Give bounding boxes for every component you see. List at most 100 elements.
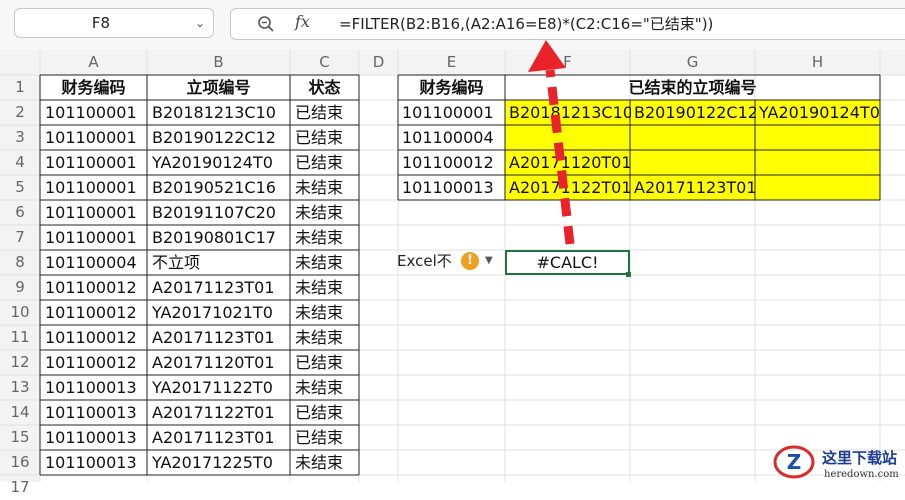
result-cell[interactable]: 101100013 [399, 175, 506, 200]
table-cell[interactable]: 101100001 [41, 175, 149, 200]
row-header[interactable]: 4 [0, 150, 40, 175]
row-header[interactable]: 5 [0, 175, 40, 200]
table-cell[interactable]: A20171123T01 [148, 275, 292, 300]
table-cell[interactable]: 已结束 [291, 100, 361, 125]
table-header[interactable]: 立项编号 [147, 75, 290, 100]
row-header[interactable]: 13 [0, 375, 40, 400]
table-cell[interactable]: 已结束 [291, 350, 361, 375]
watermark-logo: Z 这里下载站 heredown.com [773, 445, 899, 480]
table-cell[interactable]: 101100001 [41, 125, 149, 150]
row-header[interactable]: 15 [0, 425, 40, 450]
table-cell[interactable]: B20190122C12 [148, 125, 292, 150]
table-cell[interactable]: YA20171122T0 [148, 375, 292, 400]
table-cell[interactable]: 101100012 [41, 350, 149, 375]
table-cell[interactable]: 101100013 [41, 375, 149, 400]
table-cell[interactable]: 已结束 [291, 425, 361, 450]
column-header-h[interactable]: H [755, 50, 880, 75]
result-cell[interactable]: B20181213C10 [506, 100, 631, 125]
table-cell[interactable]: 101100001 [41, 225, 149, 250]
table-cell[interactable]: B20190521C16 [148, 175, 292, 200]
column-header-g[interactable]: G [630, 50, 755, 75]
table-cell[interactable]: 已结束 [291, 150, 361, 175]
table-cell[interactable]: 101100013 [41, 450, 149, 475]
result-cell[interactable]: B20190122C12 [631, 100, 756, 125]
column-header-b[interactable]: B [147, 50, 290, 75]
formula-input[interactable]: fx =FILTER(B2:B16,(A2:A16=E8)*(C2:C16="已… [230, 8, 905, 40]
fx-icon[interactable]: fx [295, 12, 310, 31]
table-cell[interactable]: 未结束 [291, 300, 361, 325]
column-header-c[interactable]: C [290, 50, 359, 75]
row-header[interactable]: 9 [0, 275, 40, 300]
name-box[interactable]: F8 ⌄ [14, 8, 214, 38]
formula-bar: F8 ⌄ fx =FILTER(B2:B16,(A2:A16=E8)*(C2:C… [0, 0, 905, 51]
formula-text: =FILTER(B2:B16,(A2:A16=E8)*(C2:C16="已结束"… [339, 15, 714, 33]
row-header[interactable]: 11 [0, 325, 40, 350]
table-cell[interactable]: A20171123T01 [148, 425, 292, 450]
table-cell[interactable]: 101100001 [41, 150, 149, 175]
table-cell[interactable]: YA20171225T0 [148, 450, 292, 475]
table-cell[interactable]: B20181213C10 [148, 100, 292, 125]
table-cell[interactable]: 未结束 [291, 275, 361, 300]
row-header[interactable]: 2 [0, 100, 40, 125]
table-cell[interactable]: B20190801C17 [148, 225, 292, 250]
result-cell[interactable]: A20171123T01 [631, 175, 756, 200]
column-header-f[interactable]: F [505, 50, 630, 75]
row-header[interactable]: 8 [0, 250, 40, 275]
column-header-a[interactable]: A [40, 50, 147, 75]
row-header[interactable]: 6 [0, 200, 40, 225]
table-cell[interactable]: 101100013 [41, 400, 149, 425]
error-popup[interactable]: Excel不 ! ▼ [397, 248, 503, 274]
warning-icon[interactable]: ! [461, 252, 479, 270]
table-cell[interactable]: 已结束 [291, 400, 361, 425]
table-cell[interactable]: 未结束 [291, 200, 361, 225]
table-cell[interactable]: YA20171021T0 [148, 300, 292, 325]
row-header[interactable]: 14 [0, 400, 40, 425]
table-cell[interactable]: 101100001 [41, 100, 149, 125]
table-header[interactable]: 状态 [290, 75, 359, 100]
table-cell[interactable]: 101100012 [41, 325, 149, 350]
table-cell[interactable]: 未结束 [291, 225, 361, 250]
row-header[interactable]: 3 [0, 125, 40, 150]
result-header-code[interactable]: 财务编码 [398, 75, 505, 100]
zoom-icon[interactable] [257, 15, 275, 33]
result-header-projects[interactable]: 已结束的立项编号 [505, 75, 880, 100]
watermark-title: 这里下载站 [822, 449, 897, 467]
table-header[interactable]: 财务编码 [40, 75, 147, 100]
table-cell[interactable]: 未结束 [291, 450, 361, 475]
row-header[interactable]: 17 [0, 475, 40, 500]
result-cell[interactable]: A20171120T01 [506, 150, 631, 175]
table-cell[interactable]: 101100012 [41, 275, 149, 300]
table-cell[interactable]: B20191107C20 [148, 200, 292, 225]
result-cell[interactable]: A20171122T01 [506, 175, 631, 200]
table-cell[interactable]: 未结束 [291, 250, 361, 275]
table-cell[interactable]: 不立项 [148, 250, 292, 275]
table-cell[interactable]: A20171123T01 [148, 325, 292, 350]
row-header[interactable]: 7 [0, 225, 40, 250]
row-header[interactable]: 16 [0, 450, 40, 475]
result-cell[interactable]: 101100001 [399, 100, 506, 125]
table-cell[interactable]: A20171120T01 [148, 350, 292, 375]
name-box-text: F8 [91, 14, 111, 32]
column-header-e[interactable]: E [398, 50, 505, 75]
table-cell[interactable]: 101100004 [41, 250, 149, 275]
table-cell[interactable]: 未结束 [291, 175, 361, 200]
result-cell[interactable]: 101100004 [399, 125, 506, 150]
table-cell[interactable]: 已结束 [291, 125, 361, 150]
table-cell[interactable]: YA20190124T0 [148, 150, 292, 175]
result-cell[interactable]: 101100012 [399, 150, 506, 175]
row-header[interactable]: 12 [0, 350, 40, 375]
chevron-down-icon[interactable]: ▼ [485, 248, 493, 274]
svg-text:Z: Z [787, 450, 802, 474]
table-cell[interactable]: 101100001 [41, 200, 149, 225]
active-cell-f8[interactable]: #CALC! [505, 250, 630, 275]
table-cell[interactable]: 未结束 [291, 325, 361, 350]
table-cell[interactable]: 101100012 [41, 300, 149, 325]
table-cell[interactable]: 101100013 [41, 425, 149, 450]
row-header[interactable]: 1 [0, 75, 40, 100]
table-cell[interactable]: 未结束 [291, 375, 361, 400]
result-cell[interactable]: YA20190124T0 [756, 100, 881, 125]
table-cell[interactable]: A20171122T01 [148, 400, 292, 425]
column-header-d[interactable]: D [359, 50, 398, 75]
row-header[interactable]: 10 [0, 300, 40, 325]
chevron-down-icon[interactable]: ⌄ [195, 9, 205, 37]
